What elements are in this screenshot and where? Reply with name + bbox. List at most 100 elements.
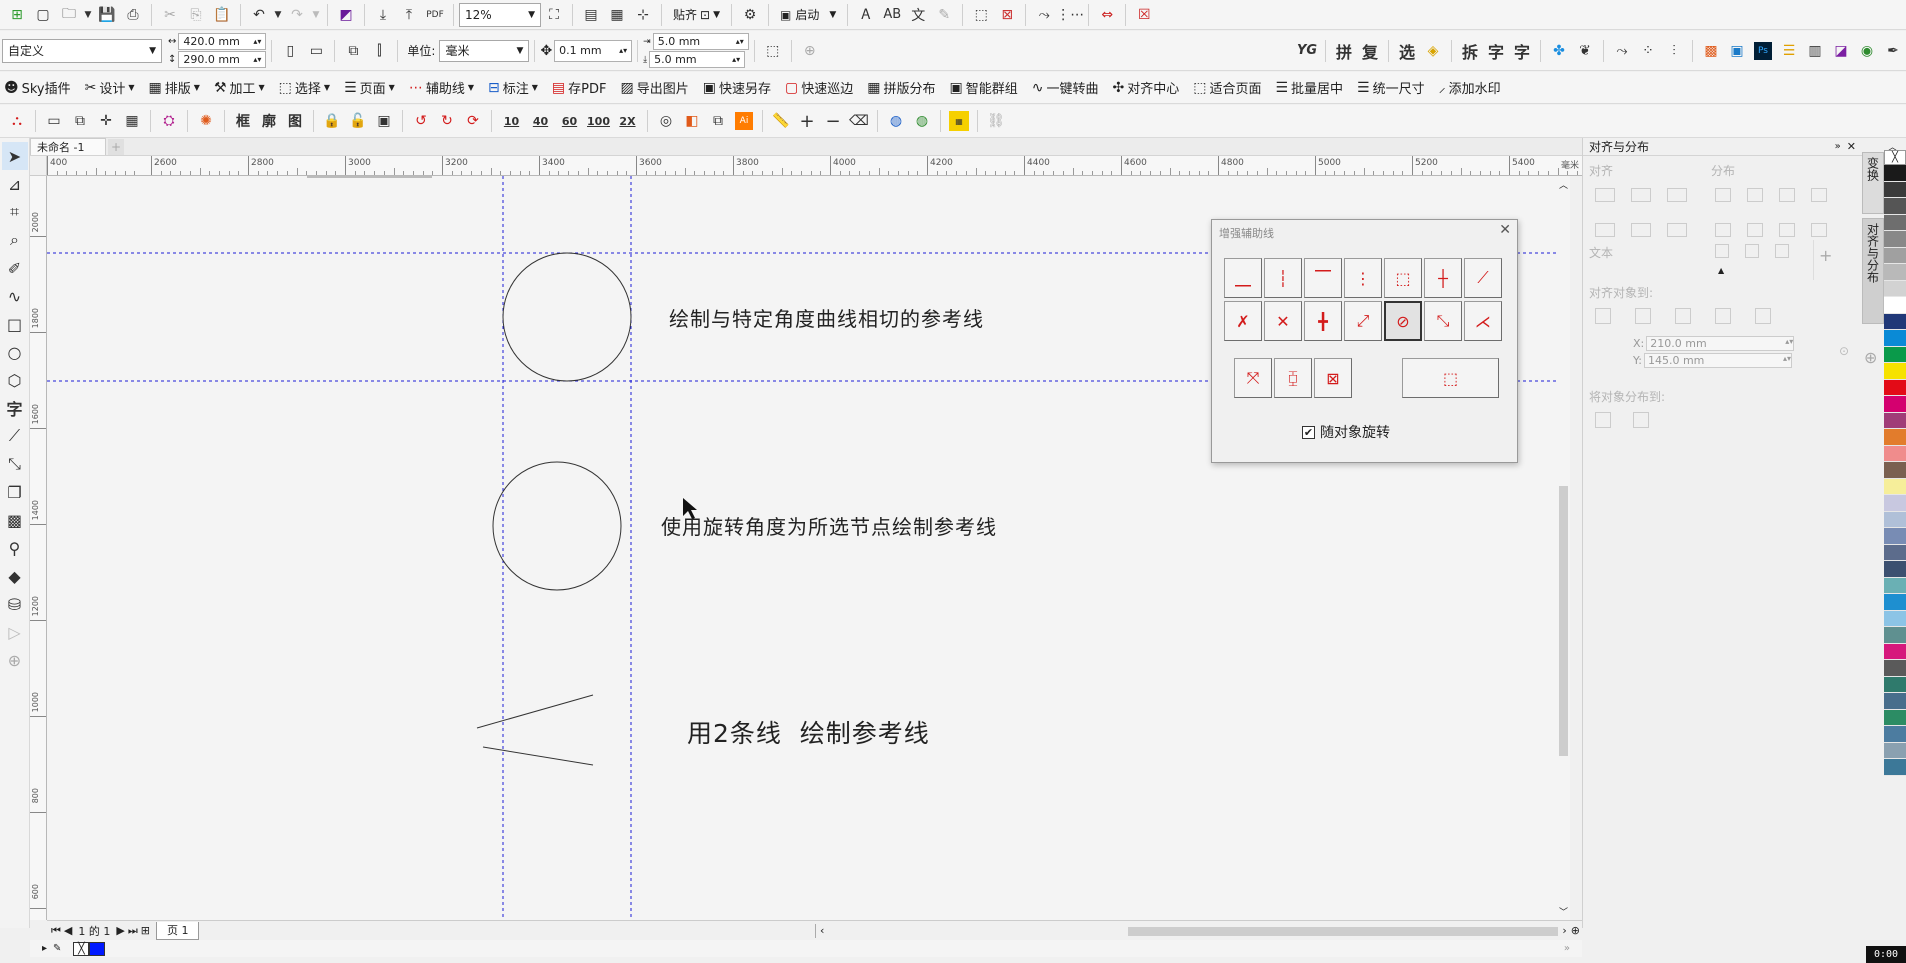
align-to-point-button[interactable]	[1755, 308, 1771, 324]
refresh-red-icon[interactable]: ⟳	[460, 108, 486, 134]
distribute-to-selection-button[interactable]	[1595, 412, 1611, 428]
landscape-image-icon[interactable]: ▣	[1724, 38, 1750, 64]
plugin-menu-item-12[interactable]: ▦ 拼版分布	[867, 78, 935, 98]
save-icon[interactable]: 💾	[94, 2, 120, 28]
zoom-10-button[interactable]: 10	[497, 108, 526, 134]
palette-swatch[interactable]	[1884, 726, 1906, 743]
align-center-h-button[interactable]	[1631, 188, 1651, 202]
ruler-icon[interactable]: 📏	[768, 108, 794, 134]
distribute-bottom-button[interactable]	[1779, 223, 1795, 237]
palette-no-color-swatch[interactable]: ╳	[1884, 150, 1906, 165]
palette-swatch[interactable]	[1884, 346, 1906, 363]
photoshop-icon[interactable]: Ps	[1754, 41, 1772, 60]
guide-node-vertical-button[interactable]: ⧮	[1274, 358, 1312, 398]
yg-logo-icon[interactable]: YG	[1294, 38, 1320, 64]
full-screen-icon[interactable]: ⛶	[541, 2, 567, 28]
color-grid-icon[interactable]: ▩	[1698, 38, 1724, 64]
transparency-icon[interactable]: ▩	[2, 506, 28, 534]
palette-swatch[interactable]	[1884, 429, 1906, 446]
disabled-tool-icon[interactable]: ▷	[2, 618, 28, 646]
distribute-spacing-v-button[interactable]	[1811, 223, 1827, 237]
palette-swatch[interactable]	[1884, 264, 1906, 281]
zi-char-button-1[interactable]: 字	[1483, 38, 1509, 64]
publish-pdf-icon[interactable]: PDF	[422, 2, 448, 28]
vertical-scrollbar[interactable]: ︿ ﹀	[1557, 176, 1570, 920]
rotate-red-2-icon[interactable]: ↻	[434, 108, 460, 134]
guide-box-button[interactable]: ⬚	[1384, 258, 1422, 298]
docker-add-icon[interactable]: ⊕	[1864, 348, 1877, 367]
new-from-template-icon[interactable]: ▢	[30, 2, 56, 28]
qr-code-icon[interactable]: ▦	[119, 108, 145, 134]
palette-swatch[interactable]	[1884, 313, 1906, 330]
guide-object-box-button[interactable]: ⬚	[1402, 358, 1499, 398]
text-convert-icon[interactable]: 文	[905, 2, 931, 28]
scroll-up-icon[interactable]: ︿	[1559, 178, 1568, 191]
collapse-arrow-icon[interactable]: ▲	[1718, 266, 1724, 275]
palette-swatch[interactable]	[1884, 511, 1906, 528]
distribute-spacing-h-button[interactable]	[1811, 188, 1827, 202]
duplicate-x-input[interactable]: 5.0 mm ▴▾	[652, 33, 749, 50]
width-arrows-icon[interactable]: ⇔	[1094, 2, 1120, 28]
blue-badge-icon[interactable]: ◍	[883, 108, 909, 134]
show-rulers-icon[interactable]: ▤	[578, 2, 604, 28]
purple-tool-icon[interactable]: ◪	[1828, 38, 1854, 64]
fill-bucket-icon[interactable]: ◈	[1420, 38, 1446, 64]
scroll-down-icon[interactable]: ﹀	[1559, 905, 1568, 918]
undo-icon[interactable]: ↶	[246, 2, 272, 28]
shape-tool-icon[interactable]: ⊿	[2, 170, 28, 198]
palette-swatch[interactable]	[1884, 379, 1906, 396]
plugin-menu-item-3[interactable]: ⚒ 加工 ▼	[214, 78, 265, 98]
guide-tangent-3-button[interactable]: ╋	[1304, 301, 1342, 341]
align-distribute-docker-tab[interactable]: 对齐与分布	[1862, 218, 1884, 324]
dialog-close-icon[interactable]: ✕	[1499, 222, 1511, 238]
green-badge-icon[interactable]: ◍	[909, 108, 935, 134]
palette-swatch[interactable]	[1884, 478, 1906, 495]
add-tool-icon[interactable]: ⊕	[2, 646, 28, 674]
dashed-select-icon[interactable]: ⬚	[968, 2, 994, 28]
plugin-menu-item-6[interactable]: ⋯ 辅助线 ▼	[409, 78, 474, 98]
palette-swatch[interactable]	[1884, 330, 1906, 347]
align-bottom-button[interactable]	[1667, 223, 1687, 237]
palette-swatch[interactable]	[1884, 247, 1906, 264]
unit-select[interactable]: 毫米 ▼	[439, 39, 530, 62]
add-icon[interactable]: +	[1819, 246, 1832, 265]
plus-icon[interactable]: +	[794, 108, 820, 134]
guide-vertical-button[interactable]: ┆	[1264, 258, 1302, 298]
transform-docker-tab[interactable]: 变换	[1862, 152, 1884, 214]
kuo-char-button[interactable]: 廓	[256, 108, 282, 134]
plugin-menu-item-5[interactable]: ☰ 页面 ▼	[344, 78, 395, 98]
palette-swatch[interactable]	[1884, 445, 1906, 462]
y-coordinate-input[interactable]: 145.0 mm ▴▾	[1643, 353, 1792, 368]
guide-node-rotate-button[interactable]: ⤧	[1234, 358, 1272, 398]
distribute-center-h-button[interactable]	[1747, 188, 1763, 202]
redo-dropdown-icon[interactable]: ▼	[310, 2, 322, 28]
distribute-top-button[interactable]	[1715, 223, 1731, 237]
plugin-menu-item-7[interactable]: ⊟ 标注 ▼	[488, 78, 538, 98]
rotate-with-object-checkbox[interactable]: ✔ 随对象旋转	[1302, 422, 1390, 442]
docker-close-icon[interactable]: ✕	[1847, 140, 1856, 153]
nudge-distance-input[interactable]: 0.1 mm ▴▾	[554, 39, 633, 62]
zoom-60-button[interactable]: 60	[555, 108, 584, 134]
palette-swatch[interactable]	[1884, 577, 1906, 594]
barcode-icon[interactable]: ▥	[1802, 38, 1828, 64]
illustrator-icon[interactable]: Ai	[735, 112, 753, 130]
align-left-button[interactable]	[1595, 188, 1615, 202]
target-point-icon[interactable]: ⊙	[1839, 344, 1849, 358]
add-circle-icon[interactable]: ⊕	[797, 38, 823, 64]
search-content-icon[interactable]: ◩	[333, 2, 359, 28]
launch-menu[interactable]: ▣ 启动 ▼	[780, 6, 836, 23]
page-tab[interactable]: 页 1	[155, 921, 200, 940]
palette-swatch[interactable]	[1884, 198, 1906, 215]
connector-tool-icon[interactable]: ⤡	[2, 450, 28, 478]
rectangle-tool-icon[interactable]: □	[2, 310, 28, 338]
vertical-ruler[interactable]: 2000 1800 1600 1400 1200 1000 800 600	[30, 176, 47, 920]
page-size-select[interactable]: 自定义 ▼	[2, 38, 162, 63]
new-tab-icon[interactable]: +	[108, 139, 124, 155]
palette-swatch[interactable]	[1884, 561, 1906, 578]
butterfly-icon[interactable]: ❦	[1572, 38, 1598, 64]
duplicate-y-input[interactable]: 5.0 mm ▴▾	[649, 51, 746, 68]
palette-swatch[interactable]	[1884, 412, 1906, 429]
zoom-40-button[interactable]: 40	[526, 108, 555, 134]
all-pages-icon[interactable]: ⧉	[340, 38, 366, 64]
export-icon[interactable]: ⤒	[396, 2, 422, 28]
